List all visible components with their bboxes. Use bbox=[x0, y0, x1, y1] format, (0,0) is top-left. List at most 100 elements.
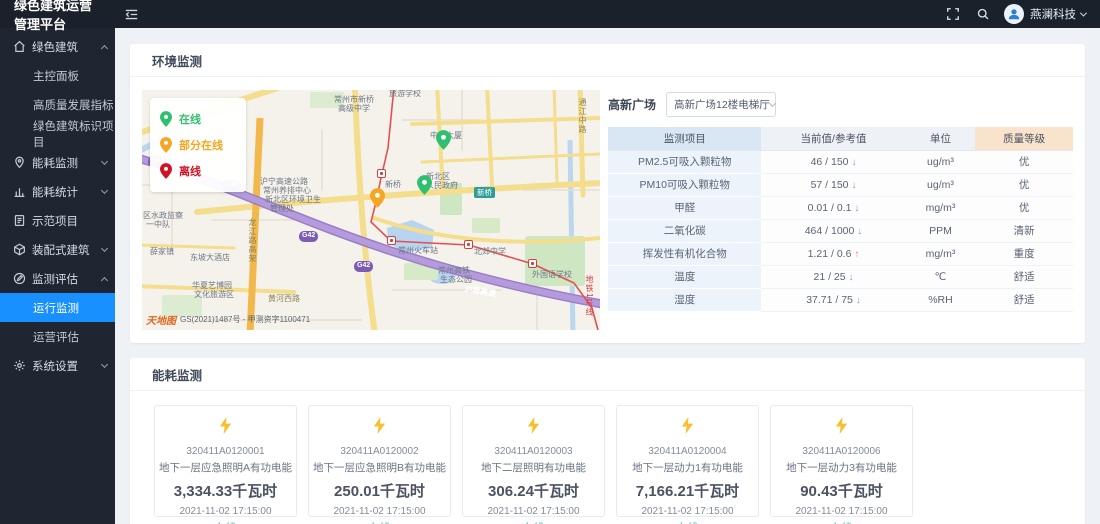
meter-value: 90.43千瓦时 bbox=[771, 480, 912, 501]
map-license-text: GS(2021)1487号 - 甲测资字1100471 bbox=[180, 314, 310, 325]
sidebar-item-operation-eval[interactable]: 运营评估 bbox=[0, 322, 115, 351]
map-road-label: 黄河西路 bbox=[268, 295, 300, 303]
trend-arrow-icon: ↓ bbox=[851, 157, 856, 168]
energy-card-header: 能耗监测 bbox=[130, 358, 1085, 391]
meter-id: 320411A0120001 bbox=[155, 446, 296, 457]
sidebar-sub-label: 绿色建筑标识项目 bbox=[33, 118, 115, 150]
sidebar-item-energy-monitor[interactable]: 能耗监测 bbox=[0, 148, 115, 177]
meter-timestamp: 2021-11-02 17:15:00 bbox=[309, 506, 450, 517]
company-name: 燕澜科技 bbox=[1030, 6, 1076, 22]
online-pin[interactable] bbox=[417, 175, 432, 195]
meter-card: 320411A0120002 地下一层应急照明B有功电能 250.01千瓦时 2… bbox=[308, 405, 451, 517]
location-pin-icon bbox=[13, 156, 26, 169]
chevron-down-icon bbox=[101, 186, 108, 193]
select-value: 高新广场12楼电梯厅 bbox=[674, 97, 770, 112]
sidebar-sub-label: 高质量发展指标 bbox=[33, 97, 114, 113]
trend-arrow-icon: ↓ bbox=[854, 203, 859, 214]
table-row: 二氧化碳 464 / 1000 ↓ PPM 清新 bbox=[608, 219, 1073, 242]
chevron-down-icon bbox=[101, 157, 108, 164]
map-road-label: 通江中路 bbox=[578, 98, 586, 134]
main-content: 环境监测 bbox=[115, 28, 1100, 524]
meter-timestamp: 2021-11-02 17:15:00 bbox=[155, 506, 296, 517]
bar-chart-icon bbox=[13, 185, 26, 198]
map-label: 一中队 bbox=[146, 221, 170, 229]
meter-card: 320411A0120004 地下一层动力1有功电能 7,166.21千瓦时 2… bbox=[616, 405, 759, 517]
map-canvas[interactable]: 旅游学校 常州市新桥 高级中学 中常大厦 新北区 人民政府 新桥 沪宁高速公路 … bbox=[142, 90, 600, 330]
meter-status-badge[interactable]: 在线 bbox=[617, 520, 758, 524]
table-row: 湿度 37.71 / 75 ↓ %RH 舒适 bbox=[608, 288, 1073, 311]
meter-list: 320411A0120001 地下一层应急照明A有功电能 3,334.33千瓦时… bbox=[130, 391, 1085, 524]
chevron-down-icon bbox=[1080, 9, 1087, 16]
partial-online-pin[interactable] bbox=[370, 188, 385, 208]
meter-value: 7,166.21千瓦时 bbox=[617, 480, 758, 501]
meter-name: 地下一层应急照明A有功电能 bbox=[155, 460, 296, 475]
sidebar-item-label: 装配式建筑 bbox=[32, 242, 102, 258]
metro-station-marker[interactable] bbox=[464, 240, 473, 249]
sidebar-item-prefab-building[interactable]: 装配式建筑 bbox=[0, 235, 115, 264]
sidebar-item-system-settings[interactable]: 系统设置 bbox=[0, 351, 115, 380]
user-menu[interactable]: 燕澜科技 bbox=[1004, 4, 1086, 24]
tianditu-logo: 天地图 bbox=[146, 312, 176, 327]
meter-status-badge[interactable]: 在线 bbox=[155, 520, 296, 524]
sidebar-item-label: 系统设置 bbox=[32, 358, 102, 374]
map-label: 常州高铁 bbox=[438, 267, 470, 275]
meter-id: 320411A0120003 bbox=[463, 446, 604, 457]
trend-arrow-icon: ↓ bbox=[849, 272, 854, 283]
meter-name: 地下二层照明有功电能 bbox=[463, 460, 604, 475]
env-table: 监测项目 当前值/参考值 单位 质量等级 PM2.5可吸入颗粒物 46 / 15… bbox=[608, 127, 1073, 312]
meter-value: 3,334.33千瓦时 bbox=[155, 480, 296, 501]
pin-icon bbox=[160, 111, 172, 127]
sidebar-item-monitor-eval[interactable]: 监测评估 bbox=[0, 264, 115, 293]
document-icon bbox=[13, 214, 26, 227]
legend-label: 离线 bbox=[179, 163, 201, 179]
metro-station-marker[interactable] bbox=[528, 259, 537, 268]
cell-value: 1.21 / 0.6 bbox=[808, 248, 852, 260]
sidebar: 绿色建筑 主控面板 高质量发展指标 绿色建筑标识项目 能耗监测 能耗统计 示范项… bbox=[0, 28, 115, 524]
meter-status-badge[interactable]: 在线 bbox=[309, 520, 450, 524]
meter-value: 306.24千瓦时 bbox=[463, 480, 604, 501]
sidebar-item-run-monitor[interactable]: 运行监测 bbox=[0, 293, 115, 322]
lightning-icon bbox=[218, 417, 233, 434]
sidebar-item-label: 绿色建筑 bbox=[32, 39, 102, 55]
legend-partial: 部分在线 bbox=[160, 132, 236, 158]
legend-online: 在线 bbox=[160, 106, 236, 132]
meter-card: 320411A0120006 地下一层动力3有功电能 90.43千瓦时 2021… bbox=[770, 405, 913, 517]
table-row: 甲醛 0.01 / 0.1 ↓ mg/m³ 优 bbox=[608, 196, 1073, 219]
cell-value: 46 / 150 bbox=[811, 156, 849, 168]
meter-timestamp: 2021-11-02 17:15:00 bbox=[771, 506, 912, 517]
map-attribution: 天地图 GS(2021)1487号 - 甲测资字1100471 bbox=[146, 312, 310, 327]
map-label: 沪宁高速公路 bbox=[260, 178, 308, 186]
table-header-row: 监测项目 当前值/参考值 单位 质量等级 bbox=[608, 127, 1073, 150]
col-header-grade: 质量等级 bbox=[975, 127, 1073, 150]
sidebar-item-main-dashboard[interactable]: 主控面板 bbox=[0, 61, 115, 90]
meter-status-badge[interactable]: 在线 bbox=[771, 520, 912, 524]
env-card-header: 环境监测 bbox=[130, 44, 1085, 77]
sidebar-item-demo-projects[interactable]: 示范项目 bbox=[0, 206, 115, 235]
meter-card: 320411A0120001 地下一层应急照明A有功电能 3,334.33千瓦时… bbox=[154, 405, 297, 517]
col-header-unit: 单位 bbox=[906, 127, 976, 150]
online-pin[interactable] bbox=[436, 130, 451, 150]
sidebar-item-quality-index[interactable]: 高质量发展指标 bbox=[0, 90, 115, 119]
table-row: 温度 21 / 25 ↓ ℃ 舒适 bbox=[608, 265, 1073, 288]
search-icon[interactable] bbox=[977, 8, 989, 20]
meter-status-badge[interactable]: 在线 bbox=[463, 520, 604, 524]
env-monitor-card: 环境监测 bbox=[130, 44, 1085, 343]
metro-station-marker[interactable] bbox=[377, 169, 386, 178]
location-select[interactable]: 高新广场12楼电梯厅 bbox=[666, 92, 776, 117]
sidebar-item-energy-stats[interactable]: 能耗统计 bbox=[0, 177, 115, 206]
menu-fold-icon[interactable] bbox=[125, 8, 138, 21]
map-place-badge: 新桥 bbox=[474, 187, 495, 198]
fullscreen-icon[interactable] bbox=[947, 8, 959, 20]
map-label: 文化旅游区 bbox=[194, 291, 234, 299]
metro-station-marker[interactable] bbox=[387, 236, 396, 245]
map-label: 常州火车站 bbox=[398, 247, 438, 255]
cell-value: 21 / 25 bbox=[813, 271, 845, 283]
map-label: 管理处 bbox=[270, 205, 294, 213]
cell-value: 0.01 / 0.1 bbox=[808, 202, 852, 214]
map-label: 新桥 bbox=[385, 181, 401, 189]
table-row: PM2.5可吸入颗粒物 46 / 150 ↓ ug/m³ 优 bbox=[608, 150, 1073, 173]
sidebar-item-label-projects[interactable]: 绿色建筑标识项目 bbox=[0, 119, 115, 148]
meter-id: 320411A0120006 bbox=[771, 446, 912, 457]
sidebar-item-green-building[interactable]: 绿色建筑 bbox=[0, 32, 115, 61]
pin-icon bbox=[160, 163, 172, 179]
